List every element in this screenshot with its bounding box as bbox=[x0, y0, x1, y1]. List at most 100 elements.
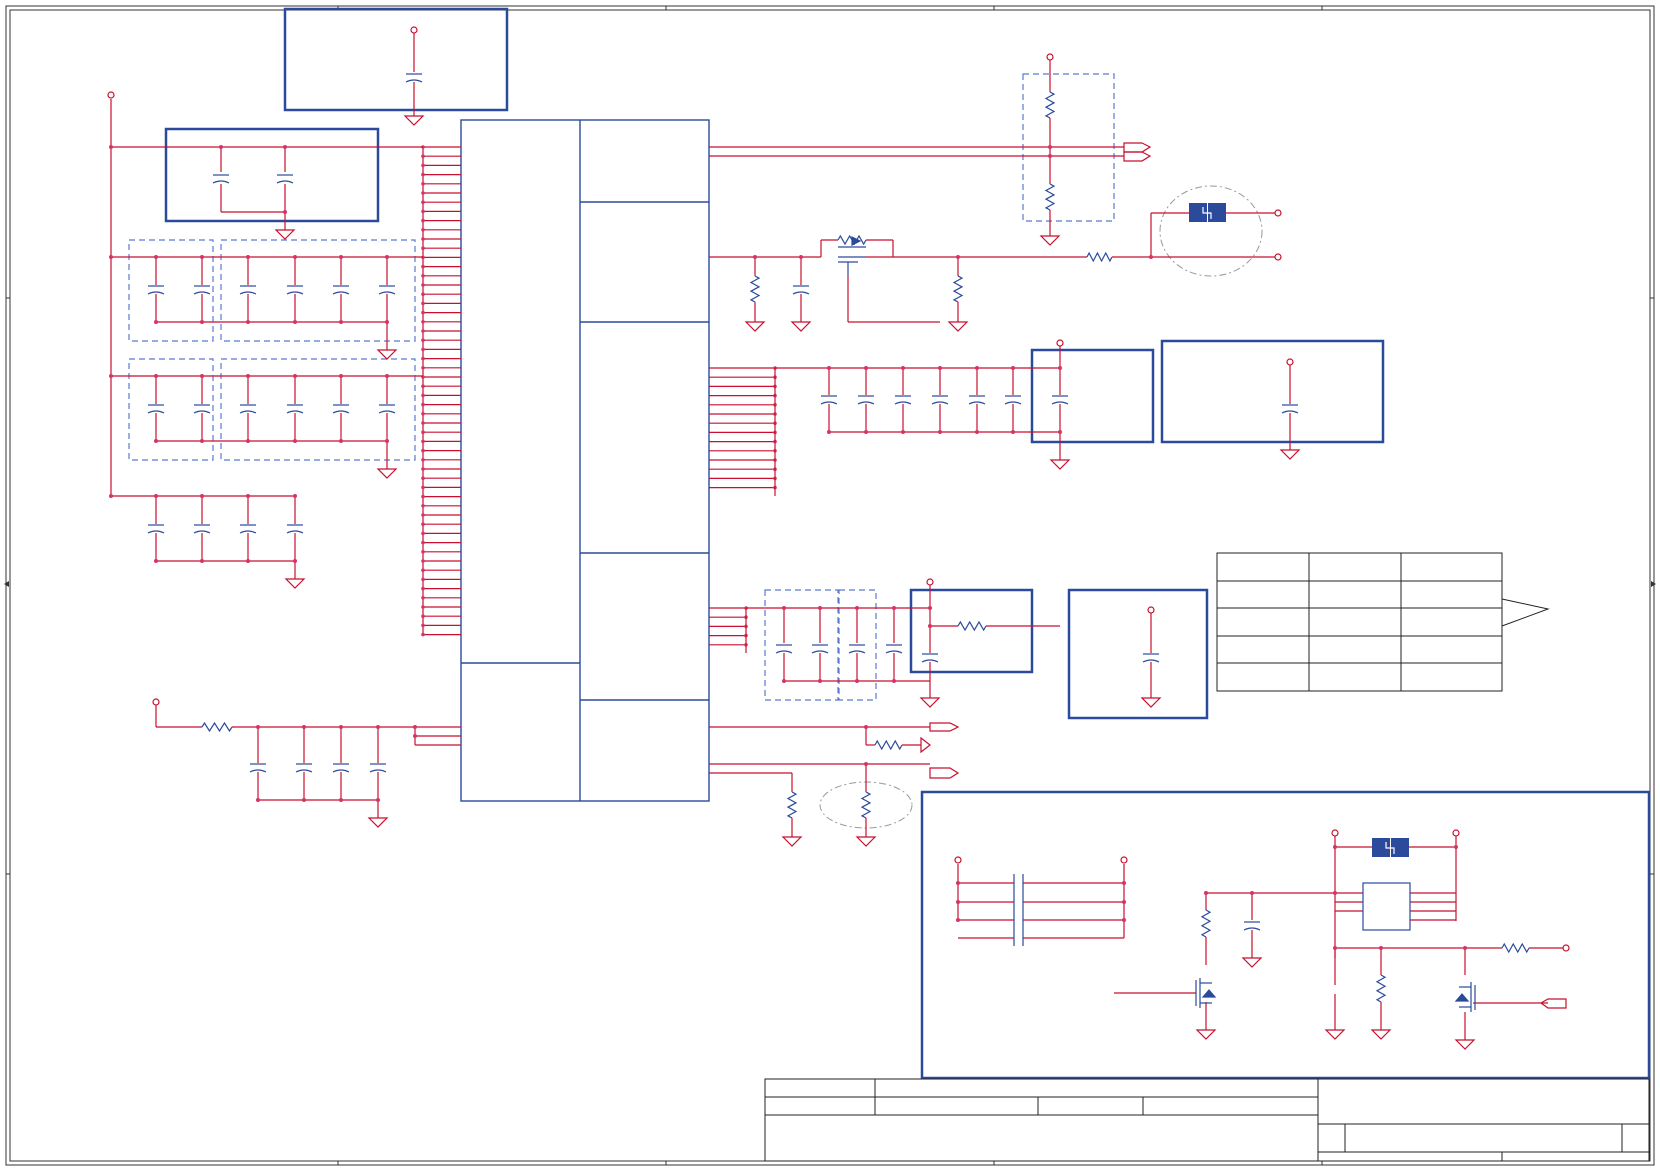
junction-dot bbox=[413, 725, 417, 729]
left-pin-dot bbox=[421, 494, 425, 499]
capacitor-plate bbox=[276, 180, 294, 184]
junction-dot bbox=[339, 255, 343, 259]
junction-dot bbox=[246, 494, 250, 498]
junction-dot bbox=[200, 374, 204, 378]
junction-dot bbox=[1250, 891, 1254, 895]
left-pin-dot bbox=[421, 182, 425, 186]
left-pin-dot bbox=[421, 504, 425, 508]
ground-symbol bbox=[1140, 697, 1162, 708]
left-pin-dot bbox=[421, 384, 425, 389]
schematic-canvas bbox=[4, 5, 1656, 1166]
junction-dot bbox=[956, 900, 960, 904]
resistor bbox=[201, 721, 233, 733]
left-pin-dot bbox=[421, 467, 425, 471]
left-pin-dot bbox=[421, 264, 425, 269]
left-pin-dot bbox=[421, 485, 425, 490]
capacitor-plate bbox=[931, 401, 949, 405]
left-pin-dot bbox=[421, 458, 425, 462]
left-pin-dot bbox=[421, 347, 425, 352]
junction-dot bbox=[154, 374, 158, 378]
junction-dot bbox=[901, 366, 905, 370]
resistor bbox=[952, 275, 964, 303]
left-pin-dot bbox=[421, 274, 425, 278]
capacitor-plate bbox=[1281, 410, 1299, 414]
junction-dot bbox=[302, 725, 306, 729]
left-pin-dot bbox=[421, 172, 425, 177]
junction-dot bbox=[339, 439, 343, 443]
junction-dot bbox=[855, 606, 859, 610]
left-pin-dot bbox=[421, 301, 425, 306]
junction-dot bbox=[293, 320, 297, 324]
ic-right-pins-group-a bbox=[709, 366, 777, 490]
power-pin bbox=[410, 26, 418, 34]
junction-dot bbox=[855, 679, 859, 683]
left-pin-dot bbox=[421, 237, 425, 241]
left-pin-dot bbox=[421, 412, 425, 416]
left-pin-dot bbox=[421, 228, 425, 232]
option-boxes bbox=[128, 73, 1115, 701]
ground-symbol bbox=[744, 321, 766, 332]
ground-symbol bbox=[1241, 957, 1263, 968]
power-pin bbox=[152, 698, 160, 706]
left-pin-dot bbox=[421, 246, 425, 250]
main-ic bbox=[460, 119, 710, 802]
junction-dot bbox=[864, 762, 868, 766]
junction-dot bbox=[864, 366, 868, 370]
left-pin-dot bbox=[421, 154, 425, 158]
junction-dot bbox=[154, 439, 158, 443]
junction-dot bbox=[1048, 145, 1052, 149]
junction-dot bbox=[827, 366, 831, 370]
left-pin-dot bbox=[421, 531, 425, 536]
capacitor-plate bbox=[894, 401, 912, 405]
resistor bbox=[1086, 251, 1113, 263]
capacitor-plate bbox=[811, 650, 829, 654]
left-pin-dot bbox=[421, 329, 425, 333]
ic-left-pins bbox=[421, 145, 461, 637]
junction-dot bbox=[975, 366, 979, 370]
power-pin bbox=[926, 578, 934, 586]
junction-dot bbox=[200, 255, 204, 259]
left-pin-dot bbox=[421, 632, 425, 637]
junction-dot bbox=[256, 798, 260, 802]
junction-dot bbox=[246, 320, 250, 324]
junction-dot bbox=[200, 320, 204, 324]
power-pin bbox=[1120, 856, 1128, 864]
left-pin-dot bbox=[421, 366, 425, 370]
left-pin-dot bbox=[421, 393, 425, 398]
junction-dot bbox=[219, 145, 223, 149]
junction-dot bbox=[385, 374, 389, 378]
junction-dot bbox=[376, 725, 380, 729]
wires bbox=[110, 30, 1566, 1040]
junction-dot bbox=[782, 606, 786, 610]
junction-dot bbox=[753, 255, 757, 259]
capacitor-plate bbox=[286, 530, 304, 534]
junction-dot bbox=[1333, 845, 1337, 849]
junction-dot bbox=[283, 145, 287, 149]
small-ic bbox=[1362, 882, 1411, 931]
left-pin-dot bbox=[421, 568, 425, 572]
junction-dot bbox=[246, 374, 250, 378]
crystal-blocks bbox=[1189, 203, 1409, 857]
junction-dot bbox=[864, 430, 868, 434]
capacitor-plate bbox=[775, 650, 793, 654]
left-pin-dot bbox=[421, 577, 425, 582]
left-pin-dot bbox=[421, 421, 425, 425]
power-pins bbox=[107, 26, 1570, 952]
left-pin-dot bbox=[421, 522, 425, 526]
junction-dot bbox=[109, 255, 113, 259]
title-block bbox=[764, 1078, 1650, 1162]
resistor bbox=[1044, 91, 1056, 119]
left-pin-dot bbox=[421, 191, 425, 195]
capacitor-plate bbox=[193, 410, 211, 414]
resistors bbox=[201, 91, 1530, 1003]
resistor bbox=[1501, 942, 1530, 954]
left-pin-dot bbox=[421, 200, 425, 204]
capacitor-plate bbox=[193, 530, 211, 534]
junction-dot bbox=[339, 374, 343, 378]
ground-symbol bbox=[367, 817, 389, 828]
junction-dot bbox=[283, 210, 287, 214]
junction-dot bbox=[246, 439, 250, 443]
junction-dot bbox=[1048, 154, 1052, 158]
ground-symbol bbox=[403, 115, 425, 126]
ground-symbol bbox=[947, 321, 969, 332]
